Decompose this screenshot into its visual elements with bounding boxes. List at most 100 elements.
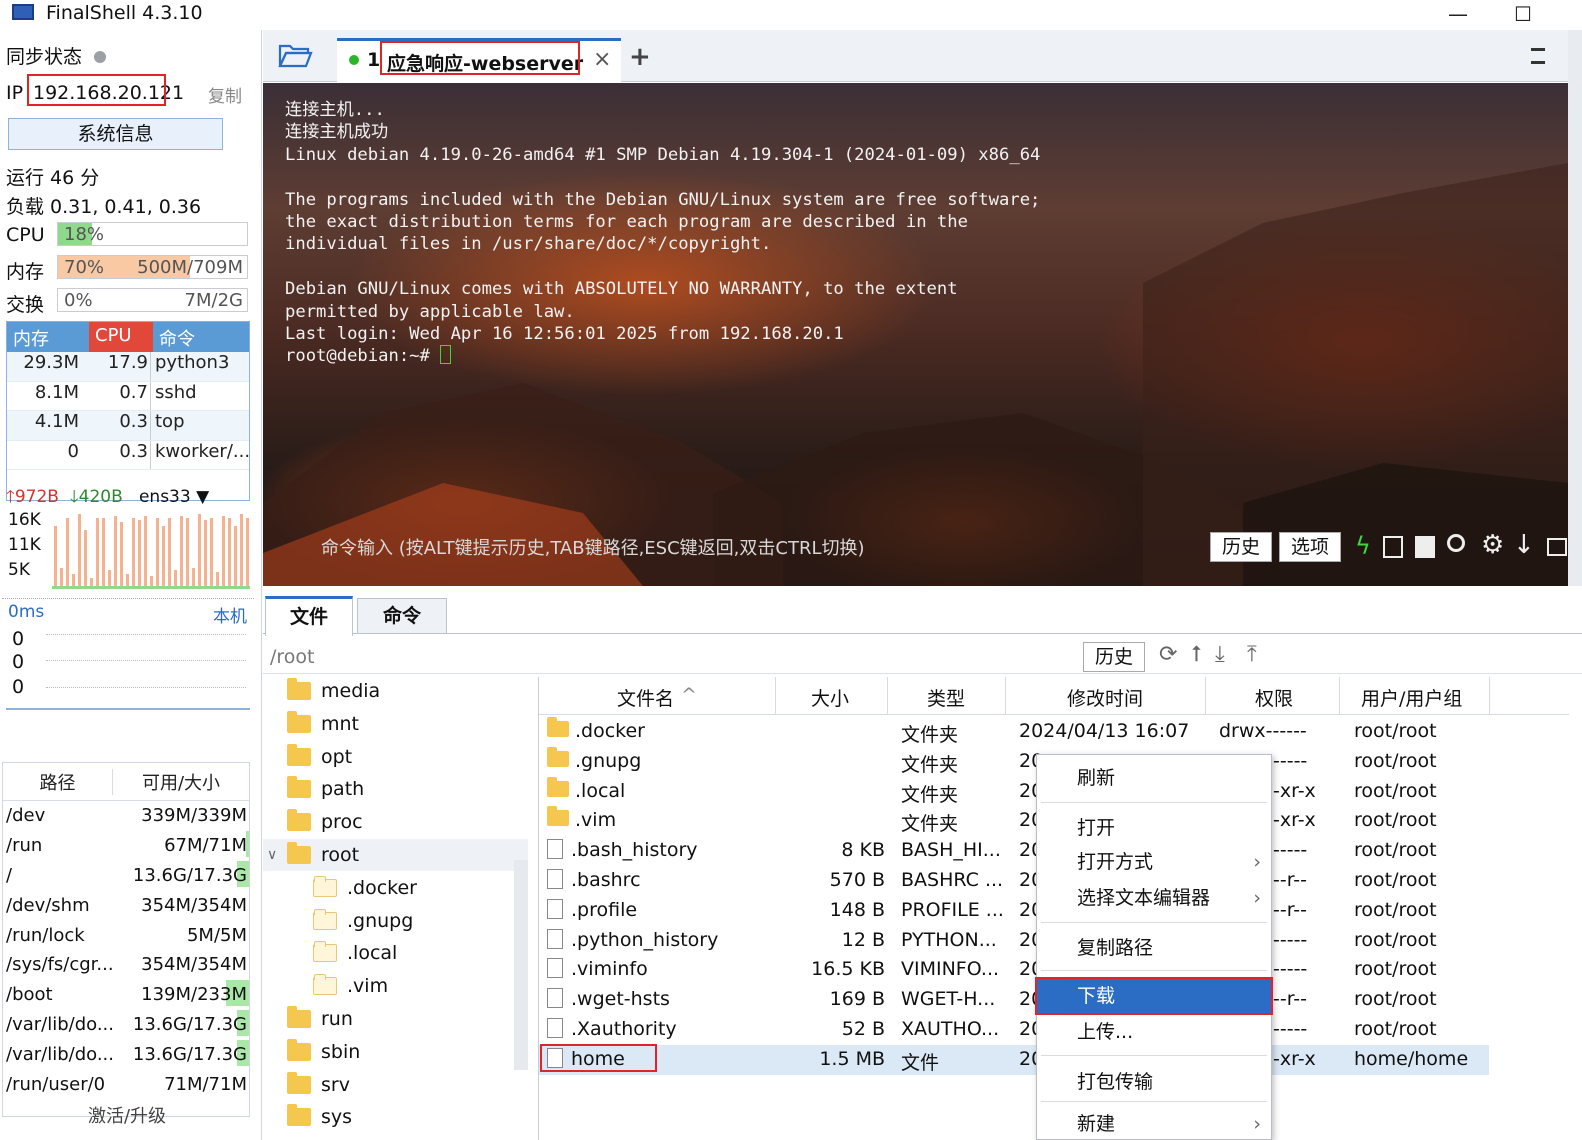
file-row[interactable]: .Xauthority 52 B XAUTHO... 20 ----- root/root xyxy=(539,1015,1489,1045)
tree-item[interactable]: .gnupg xyxy=(313,905,523,937)
net-interface-select[interactable]: ens33 xyxy=(139,487,191,507)
tree-item[interactable]: sbin xyxy=(287,1036,522,1068)
column-divider[interactable] xyxy=(1005,677,1006,715)
disk-row[interactable]: /dev/shm 354M/354M xyxy=(3,890,249,920)
process-row[interactable]: 8.1M 0.7 sshd xyxy=(7,381,249,411)
download-icon[interactable]: ↓ xyxy=(1513,530,1535,560)
chevron-down-icon[interactable]: ▼ xyxy=(196,487,209,507)
file-row[interactable]: .python_history 12 B PYTHON... 20 ----- root/… xyxy=(539,926,1489,956)
disk-row[interactable]: /var/lib/do... 13.6G/17.3G xyxy=(3,1009,249,1040)
file-row[interactable]: .vim 文件夹 20 -xr-x root/root xyxy=(539,806,1489,836)
tree-item[interactable]: mnt xyxy=(287,708,522,740)
disk-row[interactable]: /boot 139M/233M xyxy=(3,980,249,1010)
menu-item[interactable]: 刷新 xyxy=(1037,761,1271,795)
tree-item[interactable]: srv xyxy=(287,1069,522,1101)
file-row[interactable]: .gnupg 文件夹 20 ----- root/root xyxy=(539,746,1489,777)
tree-item[interactable]: .docker xyxy=(313,872,523,904)
process-row[interactable]: 4.1M 0.3 top xyxy=(7,411,249,441)
tab-commands[interactable]: 命令 xyxy=(357,598,447,634)
terminal-options-button[interactable]: 选项 xyxy=(1279,532,1341,562)
file-row[interactable]: .viminfo 16.5 KB VIMINFO... 20 ----- root/roo… xyxy=(539,955,1489,985)
column-divider[interactable] xyxy=(1205,677,1206,715)
refresh-icon[interactable]: ⟳ xyxy=(1159,642,1177,667)
disk-header-path[interactable]: 路径 xyxy=(3,768,113,795)
file-row[interactable]: .wget-hsts 169 B WGET-H... 20 --r-- root/root xyxy=(539,985,1489,1015)
file-row[interactable]: .profile 148 B PROFILE ... 20 --r-- root/root xyxy=(539,896,1489,926)
menu-icon[interactable] xyxy=(1531,48,1545,64)
menu-item[interactable]: 打开方式 › xyxy=(1037,845,1271,879)
paste-icon[interactable] xyxy=(1415,536,1435,558)
tree-item[interactable]: .local xyxy=(313,937,523,969)
up-directory-icon[interactable]: ⭡ xyxy=(1191,642,1201,667)
sysinfo-button[interactable]: 系统信息 xyxy=(8,118,223,150)
tree-item[interactable]: proc xyxy=(287,806,522,838)
window-icon[interactable] xyxy=(1547,538,1567,556)
process-row[interactable]: 0 0.3 kworker/... xyxy=(7,440,249,470)
chevron-down-icon[interactable]: ∨ xyxy=(267,847,277,863)
terminal-scrollbar[interactable] xyxy=(1568,30,1582,586)
tree-item[interactable]: run xyxy=(287,1003,522,1035)
close-tab-icon[interactable]: × xyxy=(593,47,611,72)
maximize-button[interactable]: ☐ xyxy=(1514,2,1532,26)
disk-row[interactable]: /run/user/0 71M/71M xyxy=(3,1069,249,1099)
current-path-input[interactable]: /root xyxy=(270,646,315,668)
menu-item[interactable]: 选择文本编辑器 › xyxy=(1037,881,1271,915)
header-col-type[interactable]: 类型 xyxy=(927,684,965,711)
disk-row[interactable]: /dev 339M/339M xyxy=(3,801,249,831)
disk-row[interactable]: /sys/fs/cgr... 354M/354M xyxy=(3,950,249,980)
file-row[interactable]: .bash_history 8 KB BASH_HI... 20 ----- root/r… xyxy=(539,836,1489,866)
activate-upgrade-link[interactable]: 激活/升级 xyxy=(0,1102,254,1128)
file-row[interactable]: .local 文件夹 20 -xr-x root/root xyxy=(539,776,1489,807)
disk-row[interactable]: /var/lib/do... 13.6G/17.3G xyxy=(3,1039,249,1069)
header-col-owner[interactable]: 用户/用户组 xyxy=(1361,684,1462,711)
tree-item[interactable]: opt xyxy=(287,741,522,773)
terminal-history-button[interactable]: 历史 xyxy=(1210,532,1272,562)
disk-header-size[interactable]: 可用/大小 xyxy=(113,769,249,795)
copy-icon[interactable] xyxy=(1383,536,1403,558)
tree-item[interactable]: .vim xyxy=(313,970,523,1002)
column-divider[interactable] xyxy=(775,677,776,715)
process-row[interactable]: 29.3M 17.9 python3 xyxy=(7,352,249,382)
header-col-name[interactable]: 文件名 xyxy=(617,684,674,711)
ping-host[interactable]: 本机 xyxy=(213,602,247,627)
file-row[interactable]: .docker 文件夹 2024/04/13 16:07 drwx------ root… xyxy=(539,717,1489,747)
disk-row[interactable]: / 13.6G/17.3G xyxy=(3,860,249,891)
column-divider[interactable] xyxy=(887,677,888,715)
proc-header-mem[interactable]: 内存 xyxy=(7,322,89,352)
search-icon[interactable] xyxy=(1447,534,1465,552)
menu-item[interactable]: 新建 › xyxy=(1037,1107,1271,1140)
header-col-mtime[interactable]: 修改时间 xyxy=(1067,684,1143,711)
add-tab-button[interactable]: + xyxy=(629,42,651,72)
terminal[interactable]: 连接主机... 连接主机成功 Linux debian 4.19.0-26-am… xyxy=(263,83,1568,586)
menu-item[interactable]: 下载 xyxy=(1035,977,1273,1015)
header-col-size[interactable]: 大小 xyxy=(811,684,849,711)
column-divider[interactable] xyxy=(1489,677,1490,715)
proc-header-cpu[interactable]: CPU xyxy=(89,322,153,352)
lightning-icon[interactable]: ϟ xyxy=(1355,532,1371,560)
header-col-perm[interactable]: 权限 xyxy=(1255,684,1293,711)
upload-file-icon[interactable]: ⤒ xyxy=(1247,642,1257,667)
folder-open-icon[interactable] xyxy=(277,40,317,74)
file-row[interactable]: home 1.5 MB 文件 20 -xr-x home/home xyxy=(539,1044,1489,1075)
tree-item[interactable]: ∨ root xyxy=(263,839,528,871)
menu-item[interactable]: 上传... xyxy=(1037,1015,1271,1049)
path-history-button[interactable]: 历史 xyxy=(1083,642,1145,672)
gear-icon[interactable]: ⚙ xyxy=(1481,530,1504,560)
copy-ip-button[interactable]: 复制 xyxy=(208,82,242,107)
menu-item[interactable]: 复制路径 xyxy=(1037,931,1271,965)
disk-row[interactable]: /run/lock 5M/5M xyxy=(3,920,249,950)
download-file-icon[interactable]: ⤓ xyxy=(1215,642,1225,667)
disk-row[interactable]: /run 67M/71M xyxy=(3,831,249,861)
tree-item[interactable]: path xyxy=(287,773,522,805)
tree-item[interactable]: media xyxy=(287,675,522,707)
minimize-button[interactable]: — xyxy=(1448,2,1468,26)
command-input-bar[interactable]: 命令输入 (按ALT键提示历史,TAB键路径,ESC键返回,双击CTRL切换) … xyxy=(263,528,1568,568)
menu-item[interactable]: 打开 xyxy=(1037,811,1271,845)
tree-item[interactable]: sys xyxy=(287,1101,522,1133)
proc-header-cmd[interactable]: 命令 xyxy=(153,322,249,352)
tree-scrollbar[interactable] xyxy=(514,860,528,1070)
menu-item[interactable]: 打包传输 xyxy=(1037,1065,1271,1099)
tab-files[interactable]: 文件 xyxy=(265,596,353,636)
column-divider[interactable] xyxy=(1339,677,1340,715)
command-input-hint[interactable]: 命令输入 (按ALT键提示历史,TAB键路径,ESC键返回,双击CTRL切换) xyxy=(321,534,865,560)
